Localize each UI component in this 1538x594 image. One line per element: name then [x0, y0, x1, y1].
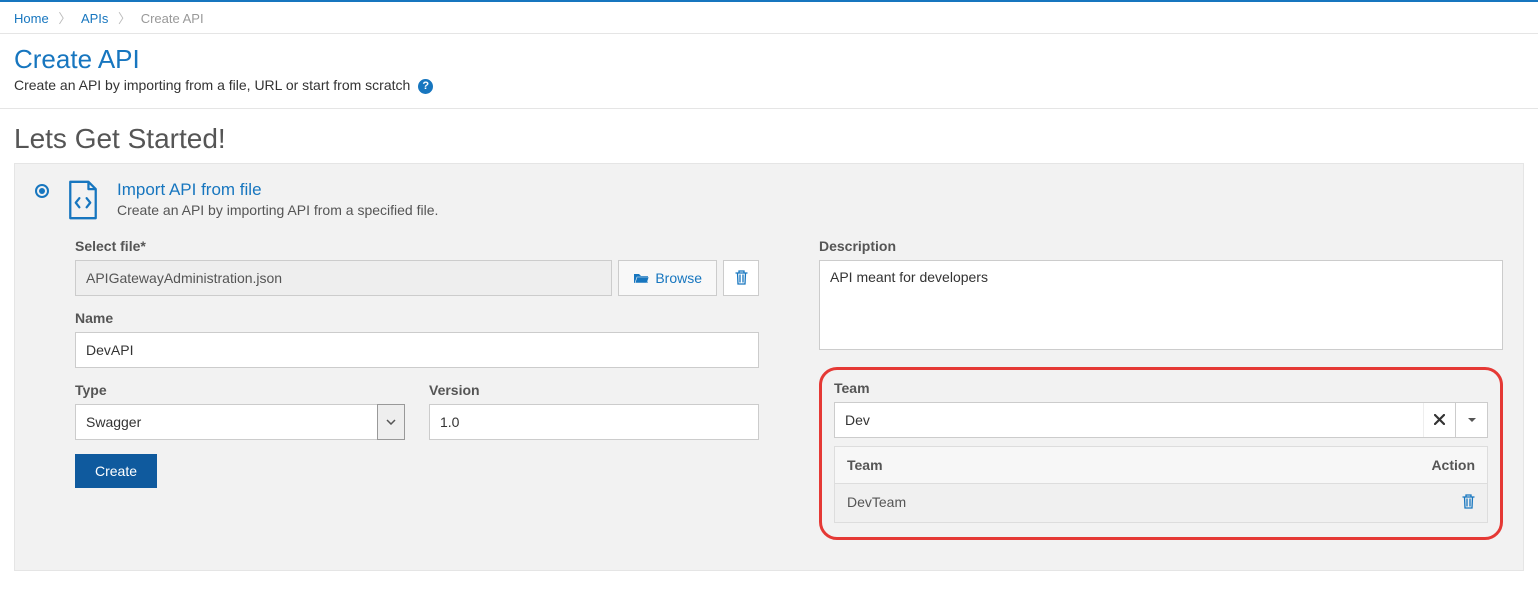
- page-subtitle: Create an API by importing from a file, …: [14, 77, 1524, 94]
- trash-icon: [1462, 494, 1475, 509]
- breadcrumb-current: Create API: [141, 11, 204, 26]
- team-section-highlight: Team Dev: [819, 367, 1503, 540]
- team-row: DevTeam: [835, 484, 1487, 522]
- folder-open-icon: [633, 271, 649, 285]
- type-label: Type: [75, 382, 405, 398]
- version-label: Version: [429, 382, 759, 398]
- version-input[interactable]: [429, 404, 759, 440]
- team-select[interactable]: Dev: [834, 402, 1488, 438]
- file-code-icon: [65, 180, 101, 220]
- option-description: Create an API by importing API from a sp…: [117, 202, 438, 218]
- browse-button[interactable]: Browse: [618, 260, 717, 296]
- team-label: Team: [834, 380, 1488, 396]
- description-label: Description: [819, 238, 1503, 254]
- selected-file-display: APIGatewayAdministration.json: [75, 260, 612, 296]
- import-from-file-radio[interactable]: [35, 184, 49, 198]
- team-select-value[interactable]: Dev: [835, 403, 1423, 437]
- description-input[interactable]: API meant for developers: [819, 260, 1503, 350]
- section-title: Lets Get Started!: [14, 123, 1524, 155]
- breadcrumb: Home 〉 APIs 〉 Create API: [0, 2, 1538, 34]
- caret-down-icon: [1467, 417, 1477, 423]
- team-row-delete-button[interactable]: [1415, 494, 1475, 512]
- clear-file-button[interactable]: [723, 260, 759, 296]
- name-input[interactable]: [75, 332, 759, 368]
- chevron-down-icon[interactable]: [377, 404, 405, 440]
- breadcrumb-apis[interactable]: APIs: [81, 11, 108, 26]
- team-dropdown-button[interactable]: [1455, 403, 1487, 437]
- trash-icon: [735, 270, 748, 285]
- create-button[interactable]: Create: [75, 454, 157, 488]
- type-select[interactable]: [75, 404, 405, 440]
- team-clear-button[interactable]: [1423, 403, 1455, 437]
- breadcrumb-separator: 〉: [118, 11, 131, 26]
- breadcrumb-home[interactable]: Home: [14, 11, 49, 26]
- option-title: Import API from file: [117, 180, 438, 200]
- team-column-header: Team: [847, 457, 1415, 473]
- breadcrumb-separator: 〉: [58, 11, 71, 26]
- select-file-label: Select file*: [75, 238, 759, 254]
- close-icon: [1434, 414, 1445, 425]
- action-column-header: Action: [1415, 457, 1475, 473]
- team-table: Team Action DevTeam: [834, 446, 1488, 523]
- team-row-name: DevTeam: [847, 494, 1415, 512]
- page-title: Create API: [14, 44, 1524, 75]
- name-label: Name: [75, 310, 759, 326]
- type-value[interactable]: [75, 404, 378, 440]
- page-header: Create API Create an API by importing fr…: [0, 34, 1538, 109]
- help-icon[interactable]: ?: [418, 79, 433, 94]
- import-panel: Import API from file Create an API by im…: [14, 163, 1524, 571]
